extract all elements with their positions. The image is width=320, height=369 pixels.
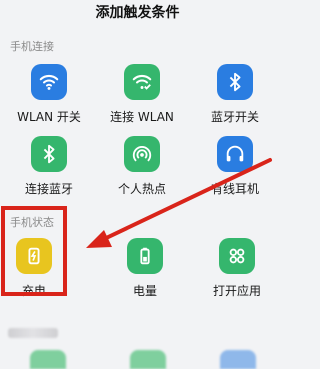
tile-label: 有线耳机 xyxy=(210,182,259,196)
highlight-box xyxy=(1,206,67,296)
tile-label: 连接 WLAN xyxy=(110,110,174,124)
tile-label: 个人热点 xyxy=(117,182,166,196)
bluetooth-connect-icon xyxy=(31,136,67,172)
tile-bluetooth-switch[interactable]: 蓝牙开关 xyxy=(190,64,280,144)
tile-wired-headphones[interactable]: 有线耳机 xyxy=(190,136,280,216)
tile-connect-wlan[interactable]: 连接 WLAN xyxy=(97,64,187,144)
tile-label: 连接蓝牙 xyxy=(24,182,73,196)
tile-battery-level[interactable]: 电量 xyxy=(100,238,190,318)
tile-label: WLAN 开关 xyxy=(17,110,81,124)
tile-connect-bluetooth[interactable]: 连接蓝牙 xyxy=(4,136,94,216)
headphones-icon xyxy=(217,136,253,172)
battery-icon xyxy=(127,238,163,274)
blurred-section xyxy=(8,322,268,369)
blurred-section-title xyxy=(8,328,58,338)
bluetooth-icon xyxy=(217,64,253,100)
blurred-tile-icon xyxy=(220,350,256,369)
tile-label: 电量 xyxy=(132,284,157,298)
section-title-connection: 手机连接 xyxy=(10,40,54,53)
apps-icon xyxy=(219,238,255,274)
tile-wlan-switch[interactable]: WLAN 开关 xyxy=(4,64,94,144)
tile-hotspot[interactable]: 个人热点 xyxy=(97,136,187,216)
page-title: 添加触发条件 xyxy=(95,5,180,21)
blurred-tile-icon xyxy=(30,350,66,369)
tile-label: 蓝牙开关 xyxy=(210,110,259,124)
wifi-connect-icon xyxy=(124,64,160,100)
tile-open-app[interactable]: 打开应用 xyxy=(192,238,282,318)
wifi-icon xyxy=(31,64,67,100)
blurred-tile-icon xyxy=(130,350,166,369)
hotspot-icon xyxy=(124,136,160,172)
tile-label: 打开应用 xyxy=(212,284,261,298)
